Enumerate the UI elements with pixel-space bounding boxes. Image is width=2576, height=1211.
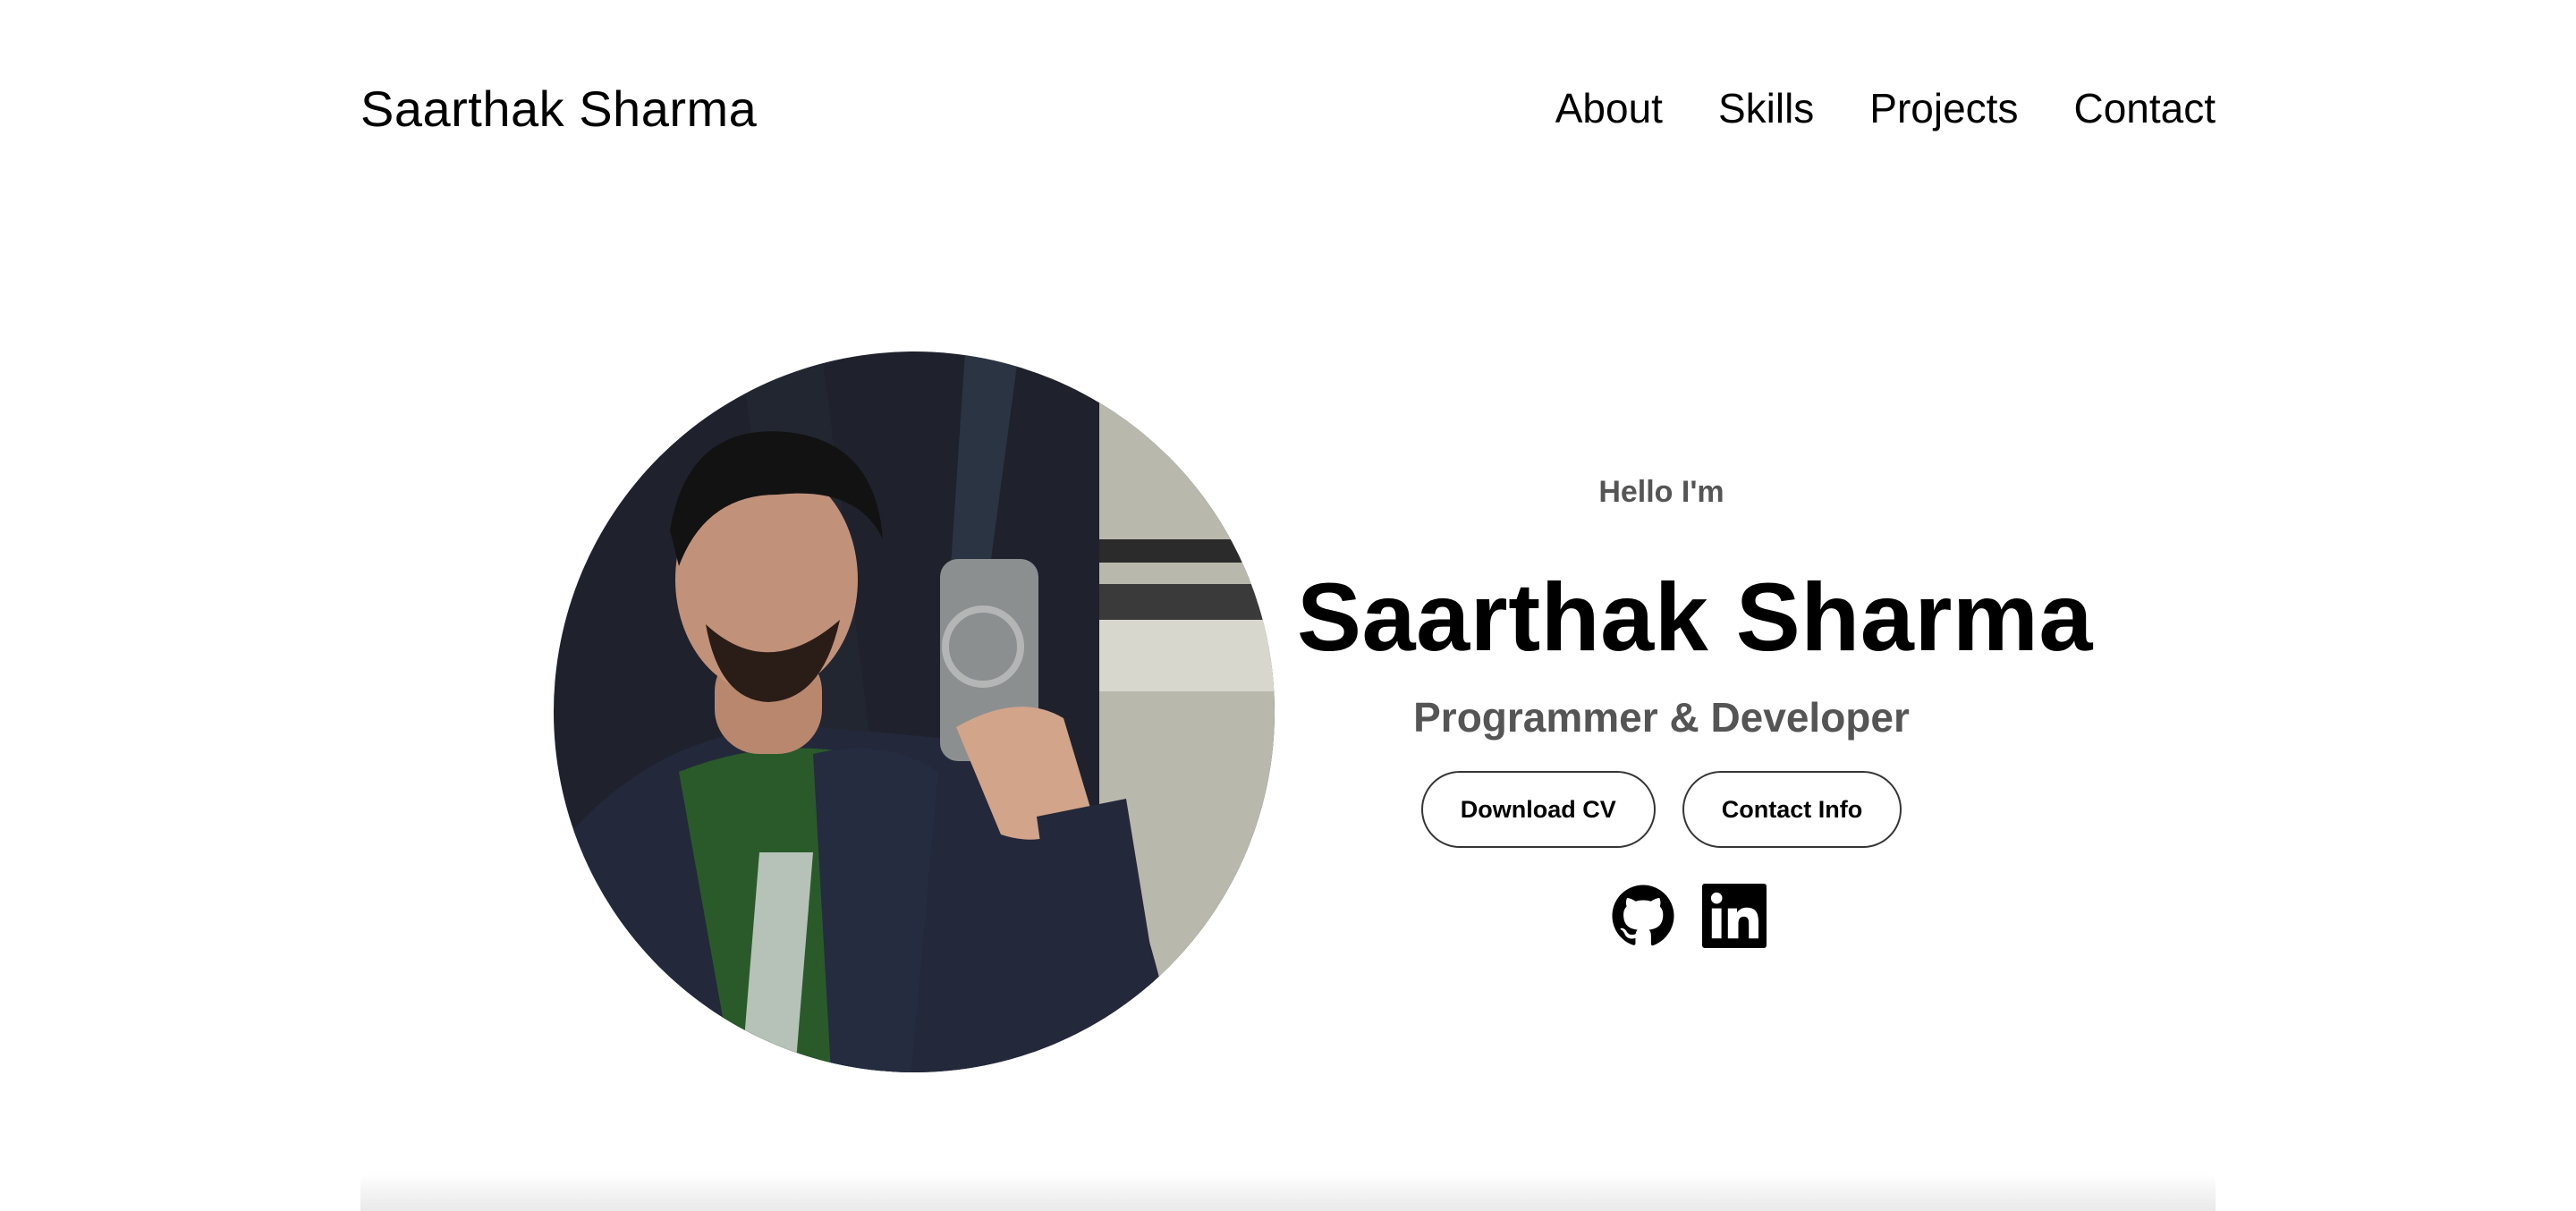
profile-photo — [554, 351, 1275, 1072]
hero-text: Hello I'm Saarthak Sharma Programmer & D… — [1297, 465, 2093, 948]
nav-link-about[interactable]: About — [1555, 84, 1663, 132]
greeting-text: Hello I'm — [1598, 475, 1724, 509]
github-icon[interactable] — [1611, 884, 1675, 948]
next-section-edge — [360, 1173, 2216, 1211]
linkedin-icon[interactable] — [1701, 884, 1767, 948]
nav-links: About Skills Projects Contact — [1555, 84, 2216, 132]
role-subtitle: Programmer & Developer — [1413, 694, 1910, 741]
top-nav: Saarthak Sharma About Skills Projects Co… — [360, 77, 2216, 140]
hero-name: Saarthak Sharma — [1297, 563, 2093, 671]
nav-link-projects[interactable]: Projects — [1869, 84, 2018, 132]
nav-link-skills[interactable]: Skills — [1718, 84, 1814, 132]
contact-info-button[interactable]: Contact Info — [1682, 771, 1902, 848]
download-cv-button[interactable]: Download CV — [1420, 771, 1656, 848]
site-logo[interactable]: Saarthak Sharma — [360, 80, 757, 138]
nav-link-contact[interactable]: Contact — [2073, 84, 2216, 132]
social-links — [1297, 884, 2026, 948]
hero-buttons: Download CV Contact Info — [1297, 771, 2026, 848]
